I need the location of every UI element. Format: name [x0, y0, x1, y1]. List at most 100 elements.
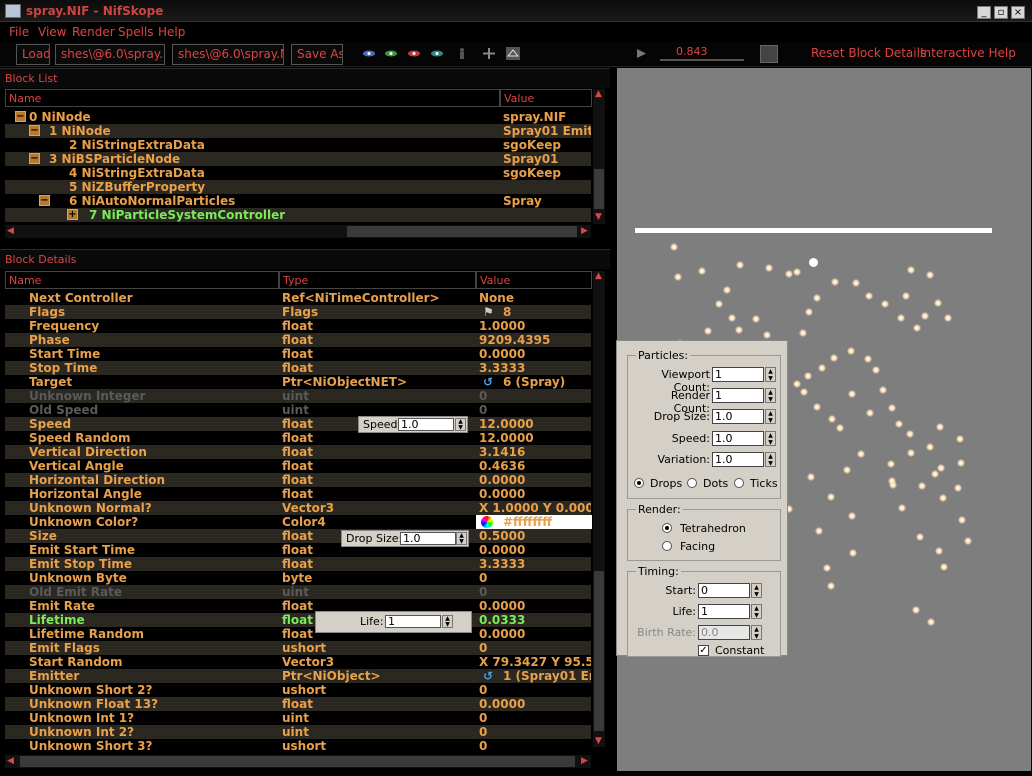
start-input[interactable]: 0	[698, 583, 750, 598]
interactive-help-button[interactable]: Interactive Help	[920, 46, 1016, 60]
block-list-vscroll[interactable]: ▲ ▼	[593, 89, 605, 224]
detail-row[interactable]: Flags Flags ⚑ 8	[5, 305, 591, 319]
close-button[interactable]: ×	[1011, 6, 1025, 19]
loop-button[interactable]	[760, 45, 778, 63]
life-spinbox[interactable]: Life: 1 ▲ ▼	[315, 611, 472, 633]
menu-render[interactable]: Render	[72, 25, 115, 39]
variation-spin[interactable]: ▲ ▼	[765, 452, 776, 467]
facing-radio[interactable]	[662, 541, 672, 551]
detail-row[interactable]: Frequency float 1.0000	[5, 319, 591, 333]
minimize-button[interactable]: _	[977, 6, 991, 19]
details-vscroll[interactable]: ▲ ▼	[593, 271, 605, 747]
eye-teal-icon[interactable]	[430, 47, 444, 60]
drop-size-spin-input[interactable]: 1.0	[400, 532, 456, 545]
detail-row[interactable]: Unknown Normal? Vector3 X 1.0000 Y 0.0000	[5, 501, 591, 515]
tree-toggle[interactable]: −	[39, 195, 50, 206]
speed-spinbox[interactable]: Speed: 1.0 ▲ ▼	[358, 416, 468, 433]
speed-input[interactable]: 1.0	[712, 431, 764, 446]
detail-row[interactable]: Unknown Float 13? float 0.0000	[5, 697, 591, 711]
detail-row[interactable]: Emitter Ptr<NiObject> ↺ 1 (Spray01 Em	[5, 669, 591, 683]
detail-row[interactable]: Emit Flags ushort 0	[5, 641, 591, 655]
detail-row[interactable]: Unknown Byte byte 0	[5, 571, 591, 585]
details-header-type[interactable]: Type	[279, 271, 476, 289]
save-as-button[interactable]: Save As	[291, 44, 343, 65]
eye-red-icon[interactable]	[407, 47, 421, 60]
details-hscroll[interactable]: ◀ ▶	[5, 755, 591, 768]
reset-block-details-button[interactable]: Reset Block Details	[811, 46, 926, 60]
maximize-button[interactable]: ▫	[994, 6, 1008, 19]
link-icon[interactable]: ↺	[483, 669, 493, 683]
detail-row[interactable]: Unknown Int 1? uint 0	[5, 711, 591, 725]
drop-size-spinbox[interactable]: Drop Size: 1.0 ▲ ▼	[341, 530, 469, 547]
viewport-count-spin[interactable]: ▲ ▼	[765, 367, 776, 382]
life-spin-input[interactable]: 1	[385, 615, 441, 628]
detail-row[interactable]: Unknown Color? Color4 #ffffffff	[5, 515, 592, 529]
ticks-radio[interactable]	[734, 478, 744, 488]
drop-size-input[interactable]: 1.0	[712, 409, 764, 424]
constant-checkbox[interactable]: ✓	[698, 645, 709, 656]
drops-radio[interactable]	[634, 478, 644, 488]
detail-row[interactable]: Start Time float 0.0000	[5, 347, 591, 361]
speed-spin[interactable]: ▲ ▼	[765, 431, 776, 446]
detail-row[interactable]: Vertical Direction float 3.1416	[5, 445, 591, 459]
detail-row[interactable]: Start Random Vector3 X 79.3427 Y 95.51	[5, 655, 591, 669]
render-count-input[interactable]: 1	[712, 388, 764, 403]
viewport-count-input[interactable]: 1	[712, 367, 764, 382]
dots-radio[interactable]	[687, 478, 697, 488]
detail-row[interactable]: Vertical Angle float 0.4636	[5, 459, 591, 473]
color-wheel-icon[interactable]	[481, 516, 493, 528]
block-list-row[interactable]: +7 NiParticleSystemController	[5, 208, 591, 222]
menu-view[interactable]: View	[38, 25, 66, 39]
eye-blue-icon[interactable]	[362, 47, 376, 60]
tree-toggle[interactable]: −	[29, 153, 40, 164]
detail-row[interactable]: Lifetime float 0.0333	[5, 613, 591, 627]
time-slider[interactable]	[660, 59, 744, 61]
block-list-header-value[interactable]: Value	[500, 89, 592, 107]
block-list-row[interactable]: 5 NiZBufferProperty	[5, 180, 591, 194]
block-list-row[interactable]: −0 NiNode spray.NIF	[5, 110, 591, 124]
load-path-input[interactable]: shes\@6.0\spray.NIF	[55, 44, 165, 65]
start-spin[interactable]: ▲ ▼	[751, 583, 762, 598]
detail-row[interactable]: Emit Start Time float 0.0000	[5, 543, 591, 557]
render-count-spin[interactable]: ▲ ▼	[765, 388, 776, 403]
detail-row[interactable]: Size float 0.5000	[5, 529, 591, 543]
block-list-row[interactable]: 2 NiStringExtraData sgoKeep	[5, 138, 591, 152]
axes-icon[interactable]	[482, 47, 496, 60]
detail-row[interactable]: Lifetime Random float 0.0000	[5, 627, 591, 641]
flag-icon[interactable]: ⚑	[483, 305, 494, 319]
birth-rate-input[interactable]: 0.0	[698, 625, 750, 640]
detail-row[interactable]: Horizontal Angle float 0.0000	[5, 487, 591, 501]
block-list-row[interactable]: −3 NiBSParticleNode Spray01	[5, 152, 591, 166]
details-header-value[interactable]: Value	[476, 271, 592, 289]
detail-row[interactable]: Unknown Short 3? ushort 0	[5, 739, 591, 753]
tetrahedron-radio[interactable]	[662, 523, 672, 533]
drop-size-spin[interactable]: ▲ ▼	[765, 409, 776, 424]
life-input[interactable]: 1	[698, 604, 750, 619]
detail-row[interactable]: Unknown Integer uint 0	[5, 389, 591, 403]
wireframe-icon[interactable]	[506, 47, 520, 60]
speed-spin-input[interactable]: 1.0	[398, 418, 454, 431]
details-header-name[interactable]: Name	[5, 271, 279, 289]
detail-row[interactable]: Next Controller Ref<NiTimeController> None	[5, 291, 591, 305]
detail-row[interactable]: Speed Random float 12.0000	[5, 431, 591, 445]
play-icon[interactable]	[634, 47, 648, 60]
detail-row[interactable]: Unknown Short 2? ushort 0	[5, 683, 591, 697]
detail-row[interactable]: Speed float 12.0000	[5, 417, 591, 431]
drop-size-spin-arrows[interactable]: ▲ ▼	[456, 532, 467, 545]
block-list-hscroll[interactable]: ◀ ▶	[5, 225, 591, 238]
menu-spells[interactable]: Spells	[118, 25, 154, 39]
life-spin-arrows[interactable]: ▲ ▼	[442, 615, 453, 628]
link-icon[interactable]: ↺	[483, 375, 493, 389]
detail-row[interactable]: Old Emit Rate uint 0	[5, 585, 591, 599]
figure-icon[interactable]	[455, 47, 469, 60]
detail-row[interactable]: Unknown Int 2? uint 0	[5, 725, 591, 739]
tree-toggle[interactable]: −	[29, 125, 40, 136]
menu-file[interactable]: File	[9, 25, 29, 39]
save-path-input[interactable]: shes\@6.0\spray.NIF	[172, 44, 284, 65]
block-list-row[interactable]: 4 NiStringExtraData sgoKeep	[5, 166, 591, 180]
detail-row[interactable]: Emit Stop Time float 3.3333	[5, 557, 591, 571]
life-spin[interactable]: ▲ ▼	[751, 604, 762, 619]
menu-help[interactable]: Help	[158, 25, 185, 39]
birth-rate-spin[interactable]: ▲ ▼	[751, 625, 762, 640]
eye-green-icon[interactable]	[384, 47, 398, 60]
